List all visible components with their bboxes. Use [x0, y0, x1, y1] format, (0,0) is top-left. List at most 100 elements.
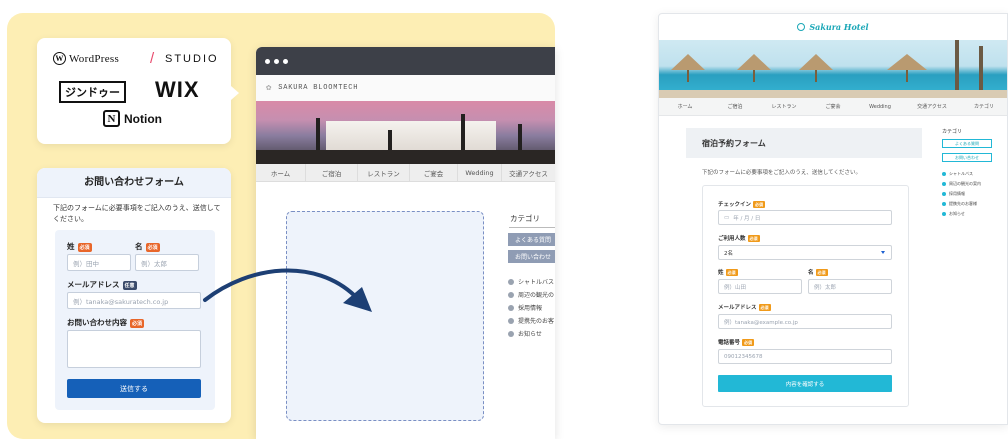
message-textarea[interactable] [67, 330, 201, 368]
site-name: SAKURA BLOOMTECH [278, 84, 359, 92]
hotel-logo-icon [797, 23, 806, 31]
parasol-shape [671, 54, 705, 70]
parasol-pole [753, 70, 755, 82]
hotel-nav-item[interactable]: ご宴会 [809, 98, 857, 115]
category-button[interactable]: お問い合わせ [508, 250, 555, 263]
hotel-category-link-text: お知らせ [949, 211, 965, 216]
hotel-nav-item[interactable]: Wedding [857, 98, 903, 115]
last-name-input[interactable]: 例）田中 [67, 254, 131, 271]
required-badge: 必須 [758, 304, 771, 311]
hotel-last-name-label-text: 姓 [718, 270, 724, 276]
hotel-category-link[interactable]: 周辺の観光の案内 [942, 181, 981, 187]
required-badge: 必須 [130, 318, 145, 328]
jimdo-logo: ジンドゥー [59, 81, 126, 103]
parasol-shape [887, 54, 927, 70]
hotel-category-link[interactable]: 採用情報 [942, 191, 965, 197]
last-name-label-text: 姓 [67, 242, 75, 251]
hotel-category-link[interactable]: シャトルバス [942, 171, 973, 177]
category-link-text: お知らせ [518, 331, 542, 338]
hotel-first-name-label-text: 名 [808, 270, 814, 276]
cms-logo-card: W WordPress / STUDIO ジンドゥー WIX N Notion [37, 38, 239, 144]
parasol-pole [815, 70, 817, 82]
hotel-category-title: カテゴリ [942, 129, 963, 135]
hotel-email-label-text: メールアドレス [718, 305, 757, 311]
category-link[interactable]: 採用情報 [508, 303, 542, 312]
email-input[interactable]: 例）tanaka@sakuratech.co.jp [67, 292, 201, 309]
browser-title-bar [256, 47, 555, 75]
hero-image [256, 101, 555, 164]
guests-label-text: ご利用人数 [718, 236, 746, 242]
hotel-hero-image [659, 40, 1007, 98]
required-badge: 必須 [725, 269, 738, 276]
parasol-pole [687, 70, 689, 82]
hotel-category-link[interactable]: お知らせ [942, 211, 965, 217]
window-dot-icon [283, 59, 288, 64]
wix-logo: WIX [155, 77, 200, 102]
reservation-description: 下記のフォームに必要事項をご記入のうえ、送信してください。 [702, 170, 862, 176]
required-badge: 必須 [747, 235, 760, 242]
contact-form-title: お問い合わせフォーム [37, 168, 231, 198]
hotel-nav-item[interactable]: レストラン [759, 98, 809, 115]
hotel-nav-item[interactable]: 交通アクセス [903, 98, 961, 115]
guests-select[interactable]: 2名 [718, 245, 892, 260]
confirm-button[interactable]: 内容を確認する [718, 375, 892, 392]
nav-item[interactable]: 交通アクセス [502, 164, 555, 181]
comparison-illustration: W WordPress / STUDIO ジンドゥー WIX N Notion … [0, 0, 1008, 439]
required-badge: 必須 [815, 269, 828, 276]
chevron-down-icon [881, 251, 885, 254]
nav-item[interactable]: ご宴会 [410, 164, 458, 181]
category-link[interactable]: シャトルバス [508, 277, 554, 286]
first-name-input[interactable]: 例）太郎 [135, 254, 199, 271]
checkin-placeholder: 年 / 月 / 日 [733, 215, 761, 222]
bullet-icon [508, 304, 514, 311]
category-link[interactable]: お知らせ [508, 329, 542, 338]
checkin-date-input[interactable]: ▭ 年 / 月 / 日 [718, 210, 892, 225]
reservation-form-title: 宿泊予約フォーム [686, 128, 922, 158]
email-label-text: メールアドレス [67, 280, 120, 289]
window-dot-icon [274, 59, 279, 64]
hotel-nav-item[interactable]: カテゴリ [961, 98, 1007, 115]
wordpress-icon: W [53, 52, 66, 65]
site-nav: ホーム ご宿泊 レストラン ご宴会 Wedding 交通アクセス [256, 164, 555, 182]
phone-label-text: 電話番号 [718, 340, 741, 346]
submit-button[interactable]: 送信する [67, 379, 201, 398]
hotel-email-input[interactable]: 例）tanaka@example.co.jp [718, 314, 892, 329]
hotel-category-link[interactable]: 提携先のお客様 [942, 201, 977, 207]
hotel-site-mock: Sakura Hotel ホーム ご宿泊 レストラン ご宴会 Wedding 交… [658, 13, 1008, 425]
hotel-email-label: メールアドレス 必須 [718, 303, 771, 311]
first-name-label-text: 名 [135, 242, 143, 251]
nav-item[interactable]: Wedding [458, 164, 502, 181]
category-title: カテゴリ [510, 214, 540, 223]
category-link-text: 提携先のお客 [518, 318, 555, 325]
message-label-text: お問い合わせ内容 [67, 318, 127, 327]
hotel-first-name-input[interactable]: 例）太郎 [808, 279, 892, 294]
flower-logo-icon: ✿ [266, 83, 273, 93]
palm-shape [979, 46, 983, 90]
hotel-nav-item[interactable]: ホーム [659, 98, 711, 115]
parasol-pole [906, 70, 908, 82]
category-link[interactable]: 提携先のお客 [508, 316, 554, 325]
studio-logo: STUDIO [165, 53, 219, 65]
nav-item[interactable]: ホーム [256, 164, 306, 181]
hotel-nav: ホーム ご宿泊 レストラン ご宴会 Wedding 交通アクセス カテゴリ [659, 98, 1007, 116]
hotel-brand-name: Sakura Hotel [809, 22, 869, 32]
logo-separator: / [150, 50, 155, 67]
window-dot-icon [265, 59, 270, 64]
category-link[interactable]: 周辺の観光の [508, 290, 554, 299]
bullet-icon [508, 330, 514, 337]
bullet-icon [508, 291, 514, 298]
nav-item[interactable]: ご宿泊 [306, 164, 358, 181]
notion-text: Notion [124, 111, 162, 126]
hotel-nav-item[interactable]: ご宿泊 [711, 98, 759, 115]
required-badge: 必須 [753, 201, 766, 208]
hotel-category-button[interactable]: お問い合わせ [942, 153, 992, 162]
hotel-category-button[interactable]: よくある質問 [942, 139, 992, 148]
phone-input[interactable]: 09012345678 [718, 349, 892, 364]
wordpress-text: WordPress [69, 52, 120, 65]
nav-item[interactable]: レストラン [358, 164, 410, 181]
category-button[interactable]: よくある質問 [508, 233, 555, 246]
hotel-last-name-input[interactable]: 例）山田 [718, 279, 802, 294]
parasol-shape [799, 54, 833, 70]
form-drop-placeholder [286, 211, 484, 421]
optional-badge: 任意 [122, 280, 137, 290]
